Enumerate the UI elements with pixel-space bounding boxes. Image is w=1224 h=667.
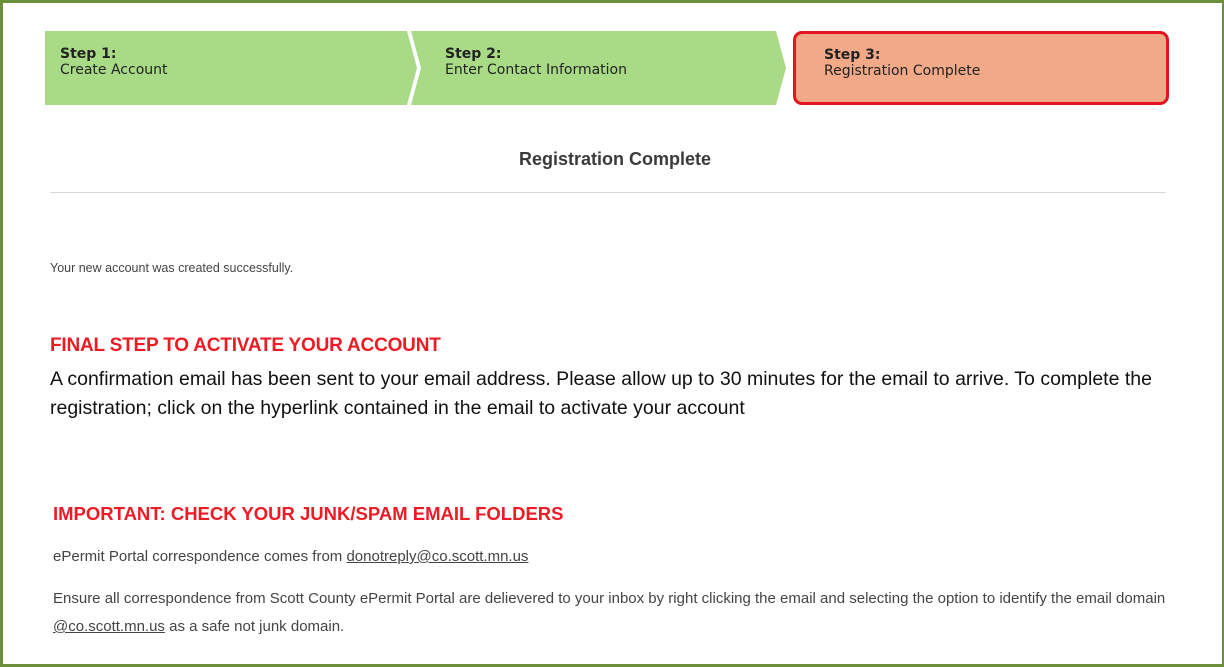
step-1-title: Step 1: bbox=[60, 46, 117, 62]
wizard-steps: Step 1: Create Account Step 2: Enter Con… bbox=[45, 31, 1169, 105]
final-step-heading: FINAL STEP TO ACTIVATE YOUR ACCOUNT bbox=[50, 335, 441, 356]
title-divider bbox=[50, 192, 1166, 193]
ensure-prefix: Ensure all correspondence from Scott Cou… bbox=[53, 590, 1166, 607]
success-message: Your new account was created successfull… bbox=[50, 261, 294, 275]
step-3-subtitle: Registration Complete bbox=[824, 63, 981, 79]
step-2-subtitle: Enter Contact Information bbox=[445, 62, 627, 78]
domain-link[interactable]: @co.scott.mn.us bbox=[53, 618, 165, 635]
step-3-title: Step 3: bbox=[824, 47, 881, 63]
step-1-subtitle: Create Account bbox=[60, 62, 168, 78]
wizard-step-create-account: Step 1: Create Account bbox=[45, 31, 417, 105]
correspondence-prefix: ePermit Portal correspondence comes from bbox=[53, 548, 347, 565]
safe-sender-instructions: Ensure all correspondence from Scott Cou… bbox=[53, 585, 1183, 641]
sender-email-link[interactable]: donotreply@co.scott.mn.us bbox=[346, 548, 528, 565]
wizard-step-contact-information: Step 2: Enter Contact Information bbox=[411, 31, 786, 105]
important-heading: IMPORTANT: CHECK YOUR JUNK/SPAM EMAIL FO… bbox=[53, 503, 564, 524]
content-frame: Step 1: Create Account Step 2: Enter Con… bbox=[0, 0, 1224, 667]
ensure-suffix: as a safe not junk domain. bbox=[164, 618, 345, 635]
wizard-step-registration-complete: Step 3: Registration Complete bbox=[793, 31, 1169, 105]
final-step-text: A confirmation email has been sent to yo… bbox=[50, 368, 1152, 419]
page-title: Registration Complete bbox=[518, 149, 712, 169]
step-2-title: Step 2: bbox=[445, 46, 502, 62]
correspondence-line: ePermit Portal correspondence comes from… bbox=[53, 548, 528, 565]
